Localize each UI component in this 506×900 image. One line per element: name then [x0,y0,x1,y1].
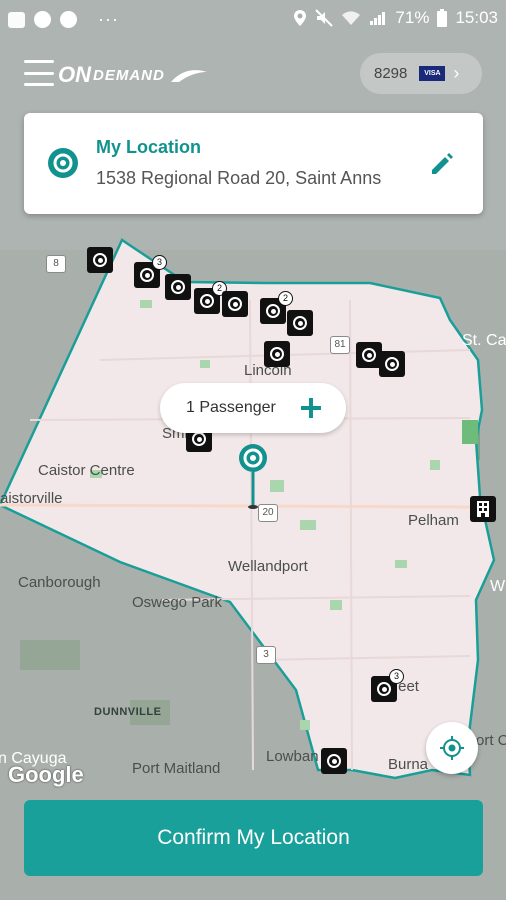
logo-on: ON [58,62,91,87]
gallery-icon [8,11,25,28]
clock: 15:03 [455,8,498,27]
confirm-location-button[interactable]: Confirm My Location [24,800,483,876]
menu-button[interactable] [24,60,54,86]
google-logo: Google [8,762,84,787]
add-passenger-plus-icon[interactable] [298,395,324,421]
app-header: ON DEMAND 8298 VISA › [0,50,506,100]
map-label-dunnville: DUNNVILLE [94,706,162,718]
map-label-caistor-centre: Caistor Centre [38,462,135,479]
stop-marker[interactable]: 3 [134,255,167,288]
battery-icon [437,9,448,27]
logo-demand: DEMAND [93,66,165,84]
logo-swoosh-icon [170,70,207,82]
stop-marker[interactable]: 3 [371,669,404,702]
stop-count: 3 [152,255,167,270]
stop-marker[interactable] [264,341,290,367]
passenger-selector[interactable]: 1 Passenger [160,383,346,433]
target-location-icon [48,148,78,178]
payment-method-button[interactable]: 8298 VISA › [360,53,482,94]
overflow-icon: ··· [98,9,119,29]
stop-marker[interactable] [321,748,347,774]
road-shield-3: 3 [256,646,276,664]
wifi-icon [342,11,361,25]
map-label-caistorville: aistorville [0,490,63,507]
signal-icon [370,12,386,25]
stop-marker[interactable]: 2 [194,281,227,314]
stop-marker[interactable]: 2 [260,291,293,324]
map-label-oswego-park: Oswego Park [132,594,223,611]
status-bar: ··· 71% 15:03 [0,0,506,36]
smiley-icon [60,11,77,28]
crosshair-icon [440,736,464,760]
map-label-port-maitland: Port Maitland [132,760,221,777]
location-pin-icon[interactable] [236,444,270,510]
mute-icon [315,9,334,27]
battery-percent: 71% [395,8,430,27]
stop-marker[interactable] [165,274,191,300]
passenger-count-label: 1 Passenger [186,399,276,416]
stop-marker[interactable] [287,310,313,336]
map-label-w: W [490,578,506,595]
stop-marker[interactable] [222,291,248,317]
map-label-wellandport: Wellandport [228,558,308,575]
stop-count: 3 [389,669,404,684]
map-label-pelham: Pelham [408,512,459,529]
recenter-button[interactable] [426,722,478,774]
location-icon [294,10,307,26]
map-label-st-c: St. Ca [462,332,506,349]
building-icon[interactable] [470,496,496,522]
map-label-lowbanks: Lowban [266,748,319,765]
location-title: My Location [96,137,202,157]
stop-marker[interactable] [379,351,405,377]
map-label-burnaby: Burna [388,756,429,773]
stop-count: 2 [278,291,293,306]
card-last4: 8298 [374,65,408,82]
visa-card-icon: VISA [419,66,446,81]
smiley-icon [34,11,51,28]
location-address: 1538 Regional Road 20, Saint Anns [96,168,382,188]
stop-marker[interactable] [87,247,113,273]
app-logo: ON DEMAND [58,62,209,88]
road-shield-81: 81 [330,336,350,354]
location-card[interactable]: My Location 1538 Regional Road 20, Saint… [24,113,483,214]
chevron-right-icon: › [453,63,460,83]
edit-pencil-icon[interactable] [428,150,456,178]
map-label-canborough: Canborough [18,574,101,591]
road-shield-8: 8 [46,255,66,273]
